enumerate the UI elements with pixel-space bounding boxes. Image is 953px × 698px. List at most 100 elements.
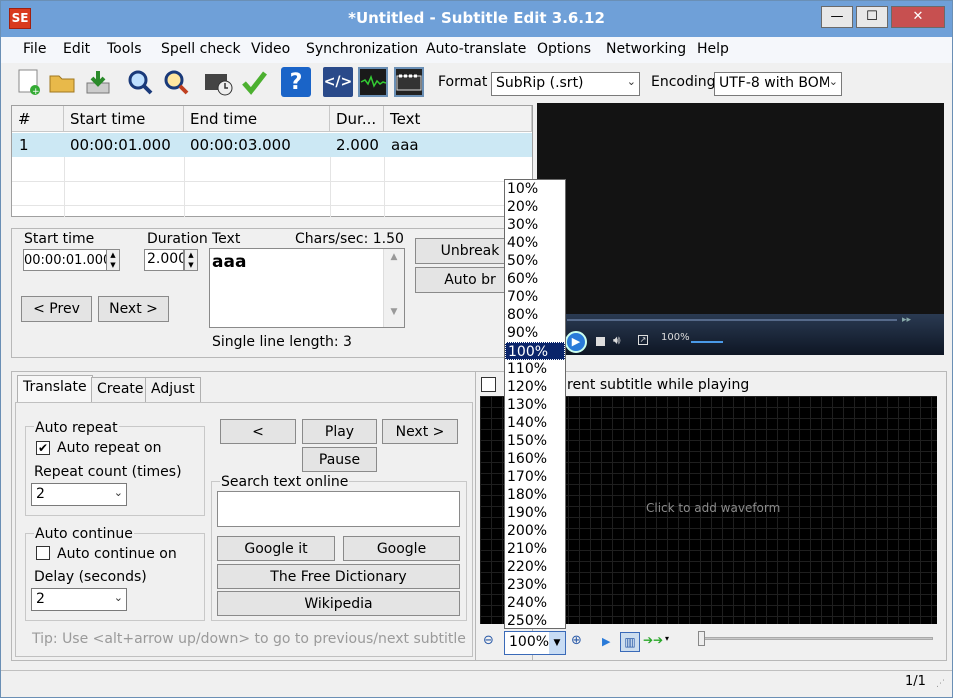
previous-subtitle-button[interactable]: <: [220, 419, 296, 444]
waveform-slider-thumb[interactable]: [698, 631, 705, 646]
column-header-end-time[interactable]: End time: [184, 106, 330, 132]
column-header-text[interactable]: Text: [384, 106, 532, 132]
fast-forward-icon[interactable]: ▸▸: [902, 315, 911, 325]
volume-icon[interactable]: 🔊︎: [613, 333, 621, 348]
menu-file[interactable]: File: [23, 41, 46, 57]
zoom-option[interactable]: 140%: [505, 414, 565, 432]
wikipedia-button[interactable]: Wikipedia: [217, 591, 460, 616]
zoom-option[interactable]: 160%: [505, 450, 565, 468]
auto-repeat-checkbox[interactable]: ✔: [36, 441, 50, 455]
stop-icon[interactable]: [596, 337, 605, 346]
more-options-chevron-icon[interactable]: ▾: [665, 634, 669, 643]
subtitle-grid[interactable]: # Start time End time Dur... Text 1 00:0…: [11, 105, 533, 217]
tab-translate[interactable]: Translate: [17, 375, 93, 403]
menu-help[interactable]: Help: [697, 41, 729, 57]
replace-icon[interactable]: [161, 67, 191, 97]
zoom-option[interactable]: 50%: [505, 252, 565, 270]
zoom-option[interactable]: 70%: [505, 288, 565, 306]
menu-video[interactable]: Video: [251, 41, 290, 57]
search-text-input[interactable]: [217, 491, 460, 527]
column-header-duration[interactable]: Dur...: [330, 106, 384, 132]
close-button[interactable]: ✕: [891, 6, 945, 28]
zoom-option[interactable]: 210%: [505, 540, 565, 558]
delay-select[interactable]: 2 ⌄: [31, 588, 127, 611]
start-time-spinner[interactable]: ▲ ▼: [106, 249, 120, 271]
next-button[interactable]: Next >: [98, 296, 169, 322]
find-icon[interactable]: [125, 67, 155, 97]
menu-auto-translate[interactable]: Auto-translate: [426, 41, 526, 57]
pause-button[interactable]: Pause: [302, 447, 377, 472]
zoom-option[interactable]: 190%: [505, 504, 565, 522]
tab-adjust[interactable]: Adjust: [145, 377, 201, 403]
open-folder-icon[interactable]: [47, 67, 77, 97]
zoom-option[interactable]: 90%: [505, 324, 565, 342]
zoom-dropdown-list[interactable]: 10% 20% 30% 40% 50% 60% 70% 80% 90% 100% 110% 120% 1…: [504, 179, 566, 629]
duration-input[interactable]: 2.000: [144, 249, 184, 271]
zoom-option[interactable]: 60%: [505, 270, 565, 288]
resize-grip-icon[interactable]: ⋰: [936, 679, 945, 689]
forward-arrows-icon[interactable]: ➔➔: [643, 633, 663, 647]
column-header-start-time[interactable]: Start time: [64, 106, 184, 132]
help-icon[interactable]: ?: [281, 67, 311, 97]
waveform-toggle-icon[interactable]: [358, 67, 388, 97]
prev-button[interactable]: < Prev: [21, 296, 92, 322]
zoom-option[interactable]: 220%: [505, 558, 565, 576]
save-download-icon[interactable]: [83, 67, 113, 97]
video-toggle-icon[interactable]: [394, 67, 424, 97]
menu-spell-check[interactable]: Spell check: [161, 41, 241, 57]
spectrogram-toggle-icon[interactable]: ▥: [620, 632, 640, 652]
menu-synchronization[interactable]: Synchronization: [306, 41, 418, 57]
zoom-option[interactable]: 100%: [505, 342, 565, 360]
zoom-option[interactable]: 30%: [505, 216, 565, 234]
zoom-option[interactable]: 120%: [505, 378, 565, 396]
subtitle-text-input[interactable]: aaa: [209, 248, 405, 328]
zoom-option[interactable]: 170%: [505, 468, 565, 486]
encoding-select[interactable]: UTF-8 with BOM ⌄: [714, 72, 842, 96]
select-current-subtitle-checkbox[interactable]: [481, 377, 496, 392]
column-header-number[interactable]: #: [12, 106, 64, 132]
google-button[interactable]: Google: [343, 536, 460, 561]
volume-slider[interactable]: [691, 341, 723, 343]
text-scrollbar[interactable]: ▲ ▼: [383, 249, 404, 327]
zoom-option[interactable]: 200%: [505, 522, 565, 540]
zoom-option[interactable]: 180%: [505, 486, 565, 504]
google-it-button[interactable]: Google it: [217, 536, 335, 561]
menu-edit[interactable]: Edit: [63, 41, 90, 57]
zoom-option[interactable]: 10%: [505, 180, 565, 198]
play-waveform-icon[interactable]: ▶: [602, 635, 610, 648]
tab-create[interactable]: Create: [91, 377, 150, 403]
next-subtitle-button[interactable]: Next >: [382, 419, 458, 444]
fullscreen-icon[interactable]: ↗: [638, 335, 648, 345]
scroll-down-icon[interactable]: ▼: [384, 307, 404, 317]
new-file-icon[interactable]: +: [13, 67, 43, 97]
menu-options[interactable]: Options: [537, 41, 591, 57]
spell-check-icon[interactable]: [239, 67, 269, 97]
zoom-option[interactable]: 240%: [505, 594, 565, 612]
zoom-option[interactable]: 250%: [505, 612, 565, 630]
play-icon[interactable]: ▶: [565, 331, 587, 353]
zoom-option[interactable]: 230%: [505, 576, 565, 594]
duration-spinner[interactable]: ▲ ▼: [184, 249, 198, 271]
video-position-slider[interactable]: [567, 319, 897, 321]
maximize-button[interactable]: ☐: [856, 6, 888, 28]
zoom-option[interactable]: 80%: [505, 306, 565, 324]
menu-networking[interactable]: Networking: [606, 41, 686, 57]
zoom-option[interactable]: 110%: [505, 360, 565, 378]
free-dictionary-button[interactable]: The Free Dictionary: [217, 564, 460, 589]
zoom-out-icon[interactable]: ⊖: [483, 633, 494, 648]
table-row[interactable]: 1 00:00:01.000 00:00:03.000 2.000 aaa: [12, 133, 532, 157]
zoom-in-icon[interactable]: ⊕: [571, 633, 582, 648]
auto-continue-checkbox[interactable]: [36, 546, 50, 560]
visual-sync-icon[interactable]: [203, 67, 233, 97]
zoom-option[interactable]: 130%: [505, 396, 565, 414]
chevron-down-icon[interactable]: ▼: [549, 632, 565, 654]
zoom-option[interactable]: 40%: [505, 234, 565, 252]
zoom-option[interactable]: 150%: [505, 432, 565, 450]
format-select[interactable]: SubRip (.srt) ⌄: [491, 72, 640, 96]
repeat-count-select[interactable]: 2 ⌄: [31, 483, 127, 506]
waveform-position-slider[interactable]: [699, 637, 933, 640]
zoom-option[interactable]: 20%: [505, 198, 565, 216]
source-view-icon[interactable]: </>: [323, 67, 353, 97]
zoom-select[interactable]: 100% ▼: [504, 631, 566, 655]
menu-tools[interactable]: Tools: [107, 41, 142, 57]
